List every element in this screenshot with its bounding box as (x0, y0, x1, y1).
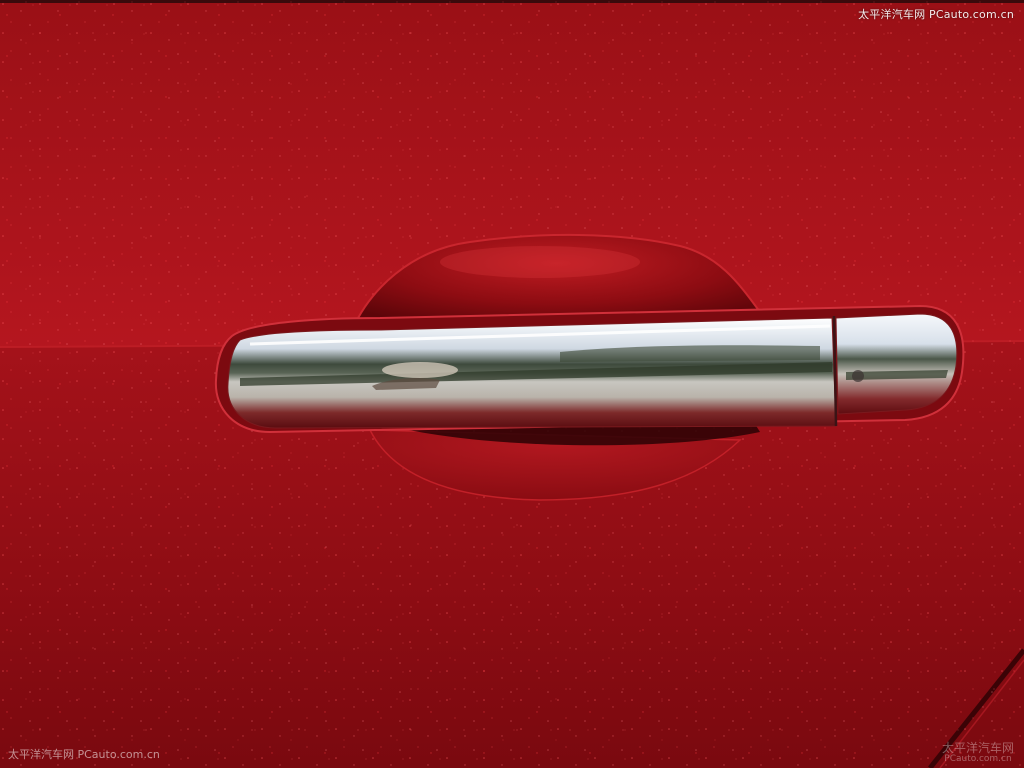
handle-end-cap (835, 313, 958, 415)
watermark-logo-text: 太平洋汽车网 (941, 740, 1014, 755)
watermark-logo: 太平洋汽车网 PCauto.com.cn (942, 742, 1014, 764)
watermark-top: 太平洋汽车网 PCauto.com.cn (858, 8, 1014, 21)
car-door-photo: 太平洋汽车网 PCauto.com.cn 太平洋汽车网 PCauto.com.c… (0, 0, 1024, 768)
watermark-logo-url: PCauto.com.cn (944, 753, 1012, 764)
watermark-bottom-left: 太平洋汽车网 PCauto.com.cn (8, 748, 160, 761)
door-illustration (0, 0, 1024, 768)
